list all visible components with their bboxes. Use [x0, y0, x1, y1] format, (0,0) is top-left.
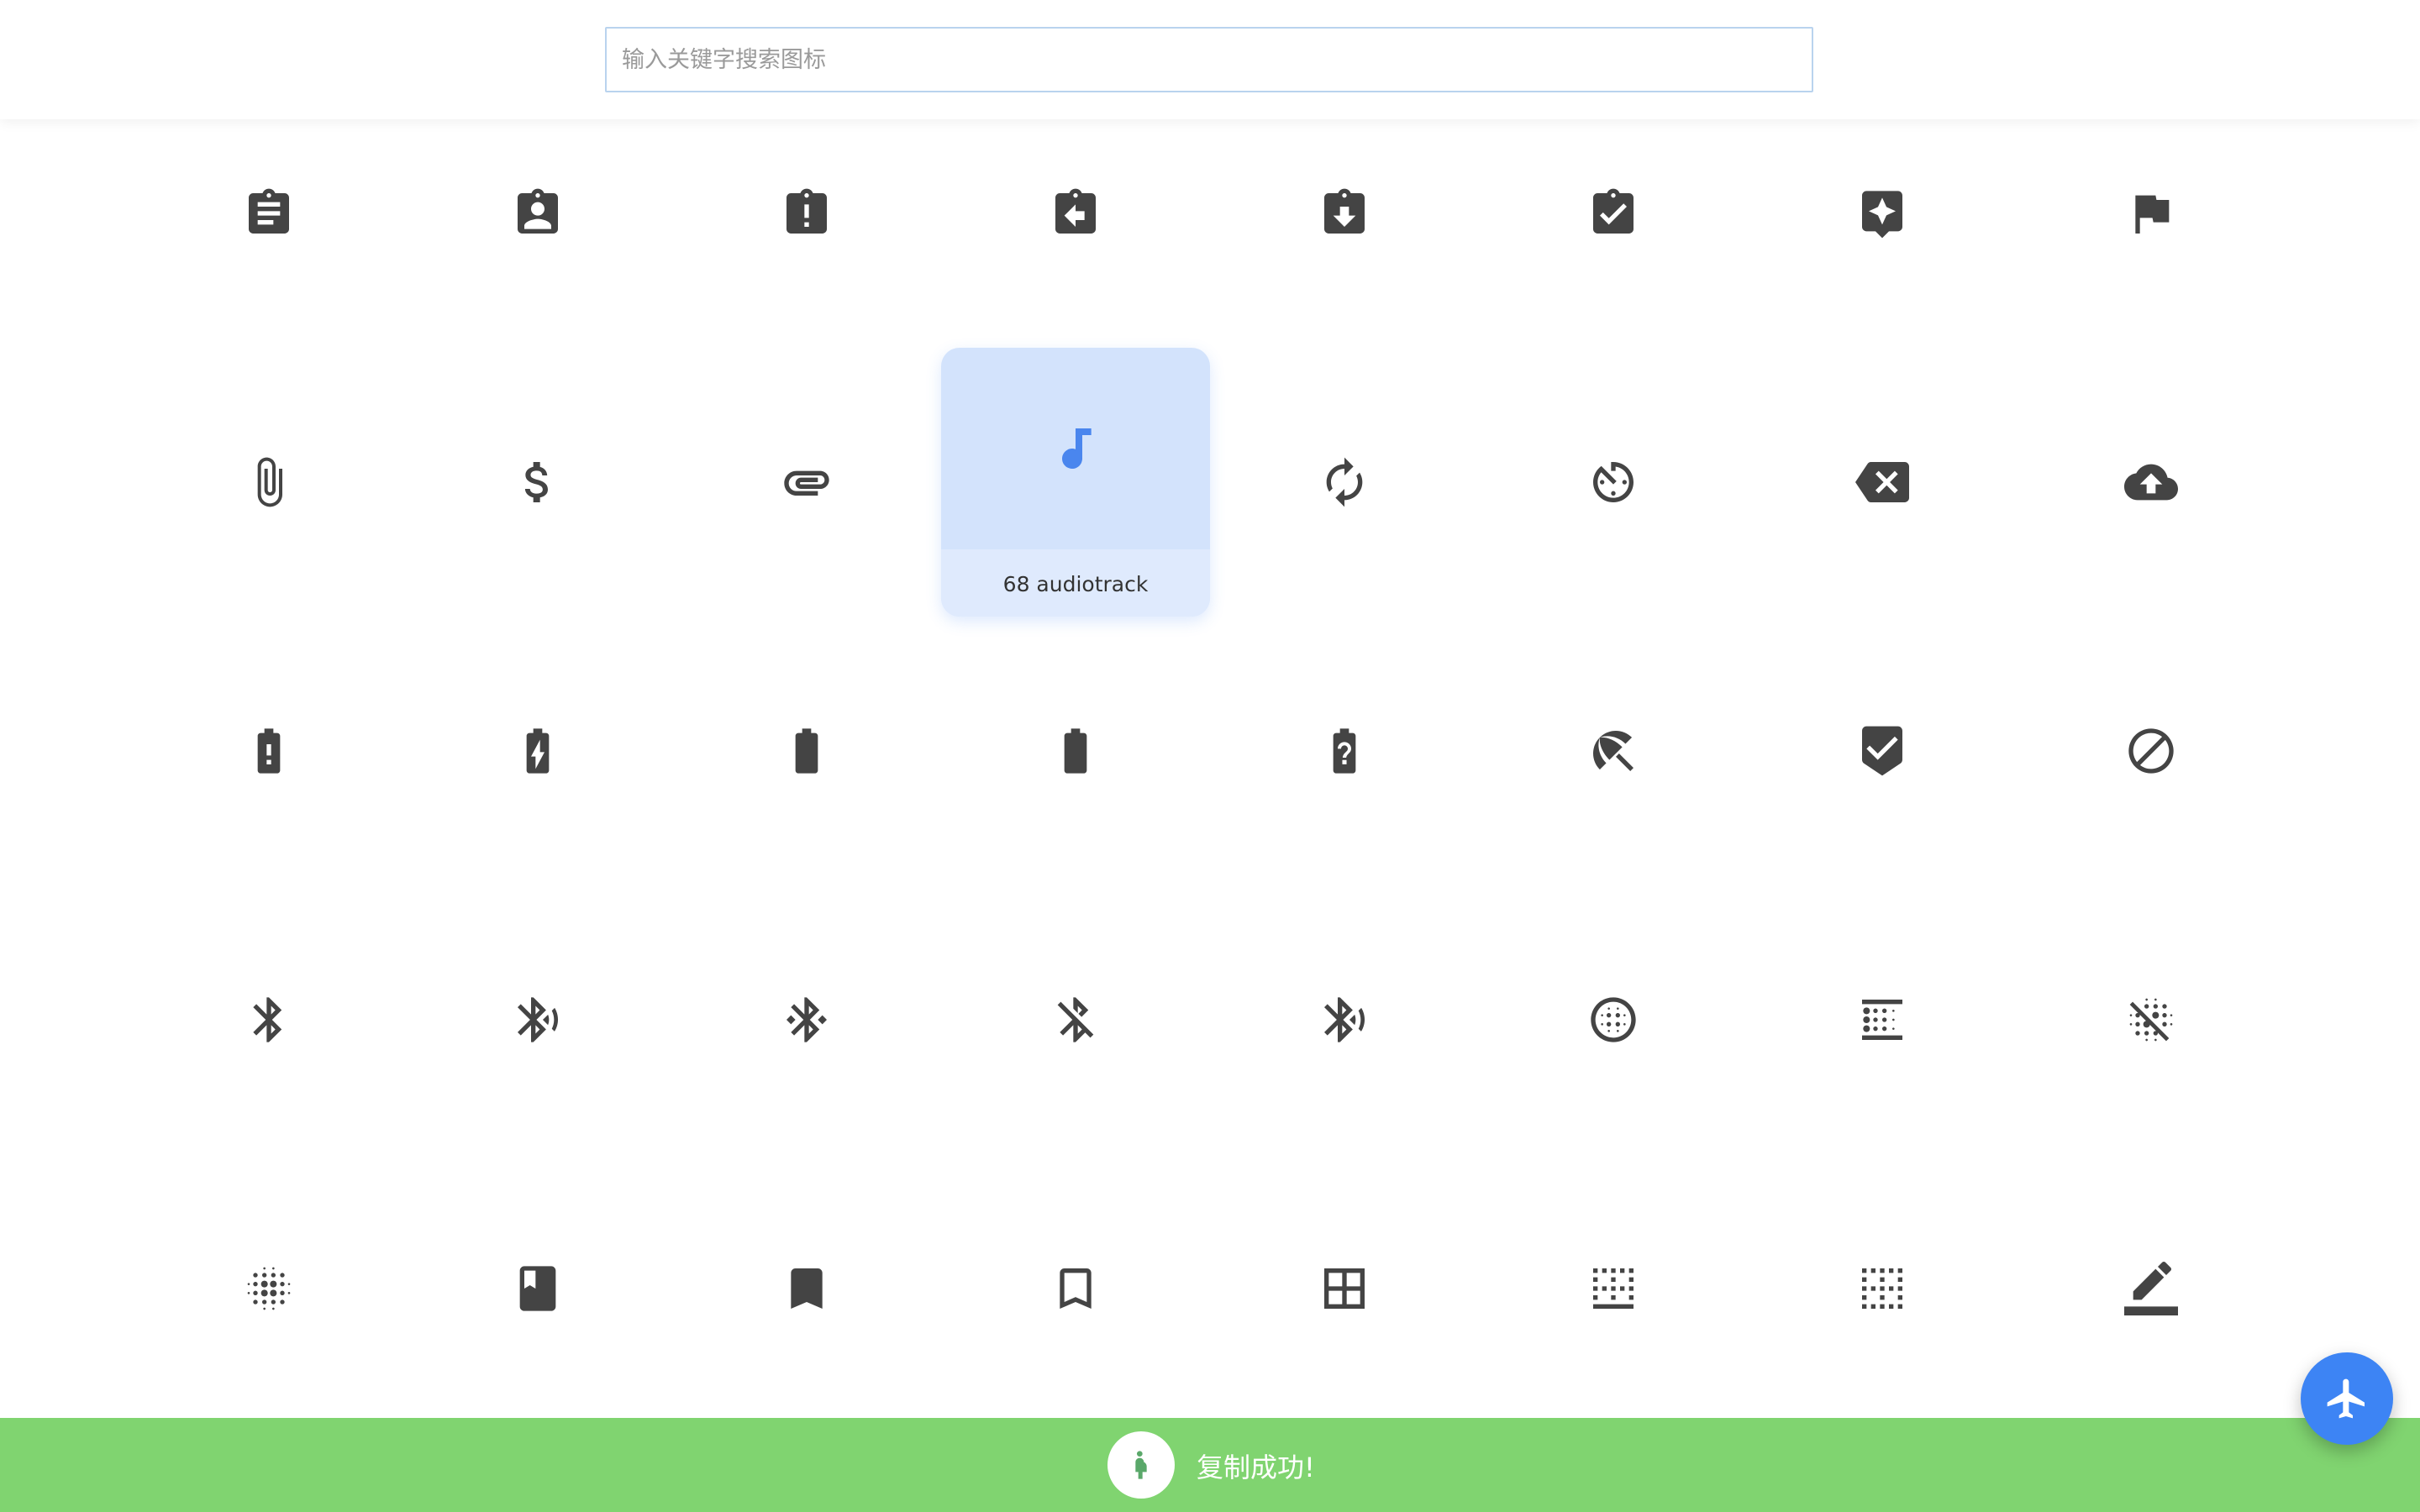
beenhere-icon	[1855, 724, 1909, 778]
icon-tile-backup[interactable]	[2017, 348, 2286, 617]
audiotrack-icon	[1049, 422, 1102, 475]
border-all-icon	[1318, 1262, 1371, 1315]
battery-full-icon	[780, 724, 834, 778]
bluetooth-connected-icon	[780, 993, 834, 1047]
battery-unknown-icon	[1318, 724, 1371, 778]
blur-circular-icon	[1586, 993, 1640, 1047]
fab-button[interactable]	[2301, 1352, 2393, 1445]
attachment-icon	[780, 455, 834, 509]
autorenew-icon	[1318, 455, 1371, 509]
attach-file-icon	[242, 455, 296, 509]
icon-tile-blur-off[interactable]	[2017, 885, 2286, 1154]
book-icon	[511, 1262, 565, 1315]
icon-tile-battery-charging-full[interactable]	[403, 617, 672, 885]
search-header	[0, 0, 2420, 119]
icon-tile-beenhere[interactable]	[1748, 617, 2017, 885]
icon-tile-bluetooth-disabled[interactable]	[941, 885, 1210, 1154]
icon-tile-battery-std[interactable]	[941, 617, 1210, 885]
assignment-late-icon	[780, 186, 834, 240]
av-timer-icon	[1586, 455, 1640, 509]
icon-tile-battery-unknown[interactable]	[1210, 617, 1479, 885]
bookmark-icon	[780, 1262, 834, 1315]
icon-tile-border-bottom[interactable]	[1479, 1154, 1748, 1423]
border-color-icon	[2124, 1262, 2178, 1315]
icon-tile-book[interactable]	[403, 1154, 672, 1423]
icon-tile-assignment-late[interactable]	[672, 79, 941, 348]
assignment-returned-icon	[1318, 186, 1371, 240]
icon-tile-beach-access[interactable]	[1479, 617, 1748, 885]
icon-tile-label: 68 audiotrack	[1002, 572, 1149, 596]
icon-tile-assignment[interactable]	[134, 79, 403, 348]
pregnant-woman-icon	[1107, 1431, 1175, 1499]
icon-tile-assignment-ind[interactable]	[403, 79, 672, 348]
icon-tile-bluetooth-searching[interactable]	[1210, 885, 1479, 1154]
toast-success: 复制成功!	[0, 1418, 2420, 1512]
bookmark-border-icon	[1049, 1262, 1102, 1315]
icon-tile-bookmark-border[interactable]	[941, 1154, 1210, 1423]
icon-tile-attachment[interactable]	[672, 348, 941, 617]
icon-tile-autorenew[interactable]	[1210, 348, 1479, 617]
icon-tile-blur-circular[interactable]	[1479, 885, 1748, 1154]
blur-off-icon	[2124, 993, 2178, 1047]
blur-on-icon	[242, 1262, 296, 1315]
icon-tile-bookmark[interactable]	[672, 1154, 941, 1423]
icon-tile-battery-full[interactable]	[672, 617, 941, 885]
assistant-icon	[1855, 186, 1909, 240]
battery-charging-full-icon	[511, 724, 565, 778]
assignment-turned-in-icon	[1586, 186, 1640, 240]
backspace-icon	[1855, 455, 1909, 509]
icon-tile-bluetooth[interactable]	[134, 885, 403, 1154]
icon-grid: 68 audiotrack	[0, 0, 2420, 1512]
icon-tile-border-all[interactable]	[1210, 1154, 1479, 1423]
icon-tile-block[interactable]	[2017, 617, 2286, 885]
icon-tile-assignment-returned[interactable]	[1210, 79, 1479, 348]
bluetooth-audio-icon	[511, 993, 565, 1047]
airplane-icon	[2327, 1378, 2365, 1419]
bluetooth-disabled-icon	[1049, 993, 1102, 1047]
border-clear-icon	[1855, 1262, 1909, 1315]
icon-tile-bluetooth-audio[interactable]	[403, 885, 672, 1154]
search-input[interactable]	[605, 27, 1813, 92]
icon-tile-attach-file[interactable]	[134, 348, 403, 617]
border-bottom-icon	[1586, 1262, 1640, 1315]
icon-tile-av-timer[interactable]	[1479, 348, 1748, 617]
bluetooth-searching-icon	[1318, 993, 1371, 1047]
bluetooth-icon	[242, 993, 296, 1047]
assistant-photo-icon	[2124, 186, 2178, 240]
attach-money-icon	[511, 455, 565, 509]
icon-tile-assistant-photo[interactable]	[2017, 79, 2286, 348]
assignment-return-icon	[1049, 186, 1102, 240]
toast-message: 复制成功!	[1197, 1452, 1315, 1483]
icon-tile-border-color[interactable]	[2017, 1154, 2286, 1423]
backup-icon	[2124, 455, 2178, 509]
blur-linear-icon	[1855, 993, 1909, 1047]
battery-alert-icon	[242, 724, 296, 778]
icon-tile-attach-money[interactable]	[403, 348, 672, 617]
icon-tile-assistant[interactable]	[1748, 79, 2017, 348]
icon-tile-backspace[interactable]	[1748, 348, 2017, 617]
beach-access-icon	[1586, 724, 1640, 778]
icon-tile-assignment-turned-in[interactable]	[1479, 79, 1748, 348]
assignment-icon	[242, 186, 296, 240]
block-icon	[2124, 724, 2178, 778]
icon-tile-blur-on[interactable]	[134, 1154, 403, 1423]
icon-tile-audiotrack[interactable]: 68 audiotrack	[941, 348, 1210, 617]
icon-tile-border-clear[interactable]	[1748, 1154, 2017, 1423]
icon-tile-bluetooth-connected[interactable]	[672, 885, 941, 1154]
icon-tile-assignment-return[interactable]	[941, 79, 1210, 348]
icon-tile-blur-linear[interactable]	[1748, 885, 2017, 1154]
icon-tile-battery-alert[interactable]	[134, 617, 403, 885]
battery-std-icon	[1049, 724, 1102, 778]
assignment-ind-icon	[511, 186, 565, 240]
